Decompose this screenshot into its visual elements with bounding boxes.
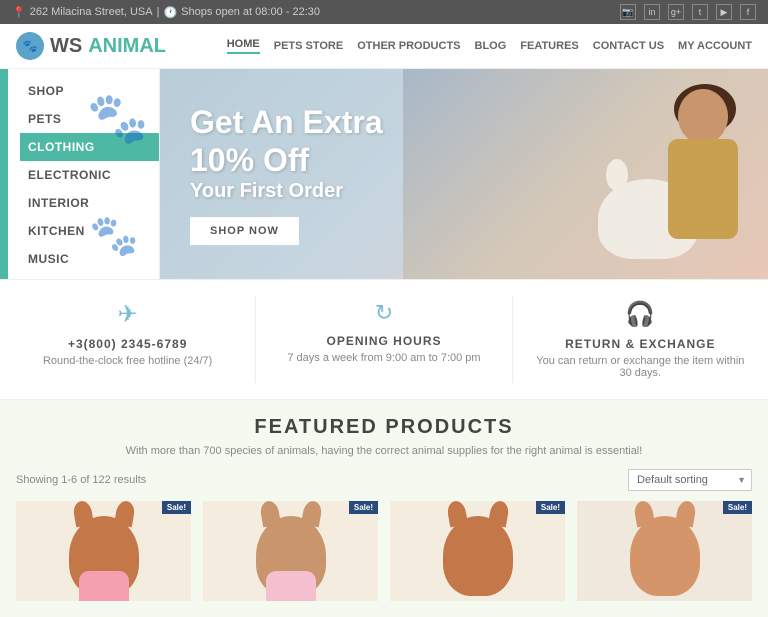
phone-text: Round-the-clock free hotline (24/7) — [43, 355, 212, 367]
instagram-icon[interactable]: 📷 — [620, 4, 636, 20]
dog-ear-left-2 — [258, 501, 280, 527]
product-card-1[interactable]: Sale! — [16, 501, 191, 601]
location-icon: 📍 — [12, 6, 26, 19]
hero-line1: Get An Extra — [190, 103, 383, 141]
header: 🐾 WS ANIMAL HOME PETS STORE OTHER PRODUC… — [0, 24, 768, 69]
separator: | — [157, 6, 160, 18]
products-grid: Sale! Sale! Sale! — [16, 501, 752, 601]
info-return: 🎧 RETURN & EXCHANGE You can return or ex… — [513, 296, 768, 383]
top-bar: 📍 262 Milacina Street, USA | 🕐 Shops ope… — [0, 0, 768, 24]
phone-title: +3(800) 2345-6789 — [68, 337, 187, 351]
nav-blog[interactable]: BLOG — [475, 40, 507, 52]
logo: 🐾 WS ANIMAL — [16, 32, 166, 60]
dog-ear-right-1 — [113, 501, 135, 527]
girl-head — [678, 89, 728, 144]
nav-pets-store[interactable]: PETS STORE — [274, 40, 343, 52]
product-image-4: Sale! — [577, 501, 752, 601]
hours-text: Shops open at 08:00 - 22:30 — [181, 6, 320, 18]
dog-ear-left-1 — [71, 501, 93, 527]
info-phone: ✈ +3(800) 2345-6789 Round-the-clock free… — [0, 296, 256, 383]
logo-ws: WS — [50, 35, 82, 58]
youtube-icon[interactable]: ▶ — [716, 4, 732, 20]
dog-ear-left-4 — [632, 501, 654, 527]
product-image-3: Sale! — [390, 501, 565, 601]
phone-icon: ✈ — [118, 300, 138, 329]
dog-ear-left-3 — [445, 501, 467, 527]
logo-animal: ANIMAL — [88, 35, 166, 58]
hero-background — [403, 69, 768, 279]
hours-icon: ↻ — [375, 300, 393, 326]
featured-title: FEATURED PRODUCTS — [16, 416, 752, 439]
return-icon: 🎧 — [625, 300, 655, 329]
social-icons: 📷 in g+ t ▶ f — [620, 4, 756, 20]
info-hours: ↻ OPENING HOURS 7 days a week from 9:00 … — [256, 296, 512, 383]
nav-other-products[interactable]: OTHER PRODUCTS — [357, 40, 460, 52]
featured-products-section: FEATURED PRODUCTS With more than 700 spe… — [0, 400, 768, 617]
sale-badge-1: Sale! — [162, 501, 191, 514]
product-image-1: Sale! — [16, 501, 191, 601]
sidebar-item-electronic[interactable]: ELECTRONIC — [20, 161, 159, 189]
dog-ear-right-3 — [487, 501, 509, 527]
content-area: 🐾 🐾 SHOP PETS CLOTHING ELECTRONIC INTERI… — [0, 69, 768, 279]
google-plus-icon[interactable]: g+ — [668, 4, 684, 20]
address-text: 262 Milacina Street, USA — [30, 6, 153, 18]
info-bar: ✈ +3(800) 2345-6789 Round-the-clock free… — [0, 279, 768, 400]
hero-illustration — [598, 79, 758, 279]
facebook-icon[interactable]: f — [740, 4, 756, 20]
dog-figure-2 — [256, 516, 326, 596]
hero-banner: Get An Extra 10% Off Your First Order SH… — [160, 69, 768, 279]
sale-badge-3: Sale! — [536, 501, 565, 514]
product-image-2: Sale! — [203, 501, 378, 601]
product-card-2[interactable]: Sale! — [203, 501, 378, 601]
dog-ear-left — [606, 159, 628, 191]
hero-line2: 10% Off — [190, 142, 383, 180]
sort-wrapper: Default sorting Price: Low to High Price… — [628, 469, 752, 491]
nav-contact-us[interactable]: CONTACT US — [593, 40, 664, 52]
hero-line3: Your First Order — [190, 180, 383, 203]
products-toolbar: Showing 1-6 of 122 results Default sorti… — [16, 469, 752, 491]
hours-title: OPENING HOURS — [326, 334, 441, 348]
dog-figure-3 — [443, 516, 513, 596]
hours-text: 7 days a week from 9:00 am to 7:00 pm — [287, 352, 480, 364]
dog-ear-right-4 — [674, 501, 696, 527]
nav-home[interactable]: HOME — [227, 38, 260, 54]
girl-body — [668, 139, 738, 239]
logo-icon: 🐾 — [16, 32, 44, 60]
paw-decoration-bottom: 🐾 — [89, 212, 139, 259]
nav-my-account[interactable]: MY ACCOUNT — [678, 40, 752, 52]
sale-badge-4: Sale! — [723, 501, 752, 514]
results-count: Showing 1-6 of 122 results — [16, 474, 146, 486]
sale-badge-2: Sale! — [349, 501, 378, 514]
product-card-3[interactable]: Sale! — [390, 501, 565, 601]
twitter-icon[interactable]: t — [692, 4, 708, 20]
top-bar-info: 📍 262 Milacina Street, USA | 🕐 Shops ope… — [12, 6, 320, 19]
paw-decoration-top: 🐾 — [87, 89, 149, 148]
dog-ear-right-2 — [300, 501, 322, 527]
return-text: You can return or exchange the item with… — [529, 355, 752, 379]
dog-figure-4 — [630, 516, 700, 596]
dog-figure-1 — [69, 516, 139, 596]
nav-features[interactable]: FEATURES — [520, 40, 578, 52]
shop-now-button[interactable]: SHOP NOW — [190, 217, 299, 245]
sidebar: 🐾 🐾 SHOP PETS CLOTHING ELECTRONIC INTERI… — [0, 69, 160, 279]
return-title: RETURN & EXCHANGE — [565, 337, 715, 351]
clock-icon: 🕐 — [163, 6, 177, 19]
hero-content: Get An Extra 10% Off Your First Order SH… — [190, 103, 383, 245]
main-navigation: HOME PETS STORE OTHER PRODUCTS BLOG FEAT… — [227, 38, 752, 54]
product-card-4[interactable]: Sale! — [577, 501, 752, 601]
sidebar-accent — [0, 69, 8, 279]
sort-select[interactable]: Default sorting Price: Low to High Price… — [628, 469, 752, 491]
featured-subtitle: With more than 700 species of animals, h… — [16, 445, 752, 457]
linkedin-icon[interactable]: in — [644, 4, 660, 20]
